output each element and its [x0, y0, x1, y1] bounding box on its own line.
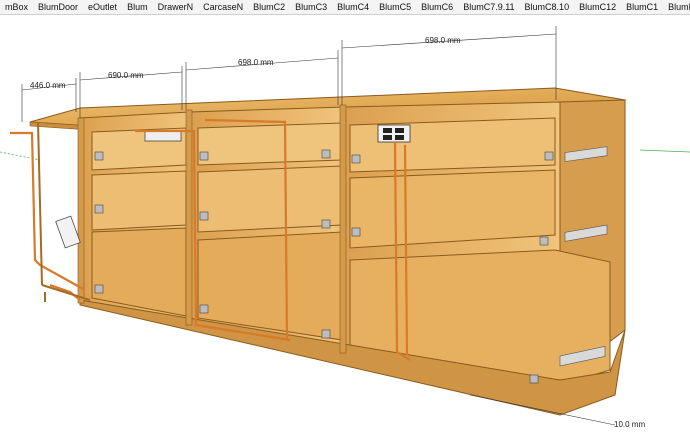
tab-blumc1[interactable]: BlumC1	[621, 0, 663, 14]
divider-post-2	[339, 104, 347, 354]
bracket	[351, 154, 361, 164]
electrical-outlet-box[interactable]	[377, 124, 411, 143]
dimension-label: 446.0 mm	[30, 81, 66, 90]
bracket	[199, 304, 209, 314]
drawer-left-middle[interactable]	[91, 170, 187, 231]
tab-blumc7-9-11[interactable]: BlumC7.9.11	[458, 0, 519, 14]
bracket	[321, 329, 331, 339]
bracket	[94, 284, 104, 294]
bracket	[321, 219, 331, 229]
3d-model-viewport[interactable]: 446.0 mm 690.0 mm 698.0 mm 698.0 mm 10.0…	[0, 15, 690, 439]
socket-icon	[395, 135, 404, 140]
outlet-fixture-left[interactable]	[55, 215, 81, 249]
power-strip[interactable]	[144, 130, 182, 142]
dimension-label: 698.0 mm	[425, 36, 461, 45]
tab-blumc12[interactable]: BlumC12	[574, 0, 621, 14]
tab-blum[interactable]: Blum	[122, 0, 153, 14]
bracket	[199, 151, 209, 161]
tab-drawern[interactable]: DrawerN	[153, 0, 199, 14]
bracket	[539, 236, 549, 246]
bracket	[199, 211, 209, 221]
green-axis-right	[639, 149, 690, 153]
tab-blumdoor[interactable]: BlumDoor	[33, 0, 83, 14]
divider-post-1	[185, 109, 193, 326]
tab-eoutlet[interactable]: eOutlet	[83, 0, 122, 14]
tab-blumc8-10[interactable]: BlumC8.10	[520, 0, 575, 14]
tab-blumc6[interactable]: BlumC6	[416, 0, 458, 14]
dimension-label: 690.0 mm	[108, 71, 144, 80]
socket-icon	[395, 128, 404, 133]
drawer-right-middle[interactable]	[349, 169, 556, 249]
tab-mbox[interactable]: mBox	[0, 0, 33, 14]
bracket	[544, 151, 554, 161]
bracket	[94, 151, 104, 161]
tab-carcasen[interactable]: CarcaseN	[198, 0, 248, 14]
dimension-label: 698.0 mm	[238, 58, 274, 67]
bracket	[351, 227, 361, 237]
green-axis-left	[0, 151, 41, 161]
tab-blumrail[interactable]: BlumRail	[663, 0, 690, 14]
model-canvas[interactable]: 446.0 mm 690.0 mm 698.0 mm 698.0 mm 10.0…	[0, 15, 690, 439]
bracket	[94, 204, 104, 214]
tab-blumc4[interactable]: BlumC4	[332, 0, 374, 14]
bracket	[529, 374, 539, 384]
tab-blumc5[interactable]: BlumC5	[374, 0, 416, 14]
component-tabs-toolbar: mBox BlumDoor eOutlet Blum DrawerN CarcaseN Bl…	[0, 0, 690, 15]
dimension-label: 10.0 mm	[614, 420, 645, 429]
tab-blumc2[interactable]: BlumC2	[248, 0, 290, 14]
tab-blumc3[interactable]: BlumC3	[290, 0, 332, 14]
drawer-middle-top[interactable]	[197, 122, 343, 166]
socket-icon	[383, 135, 392, 140]
bracket	[321, 149, 331, 159]
drawer-middle-middle[interactable]	[197, 165, 343, 233]
divider-post-0	[77, 117, 85, 304]
socket-icon	[383, 128, 392, 133]
